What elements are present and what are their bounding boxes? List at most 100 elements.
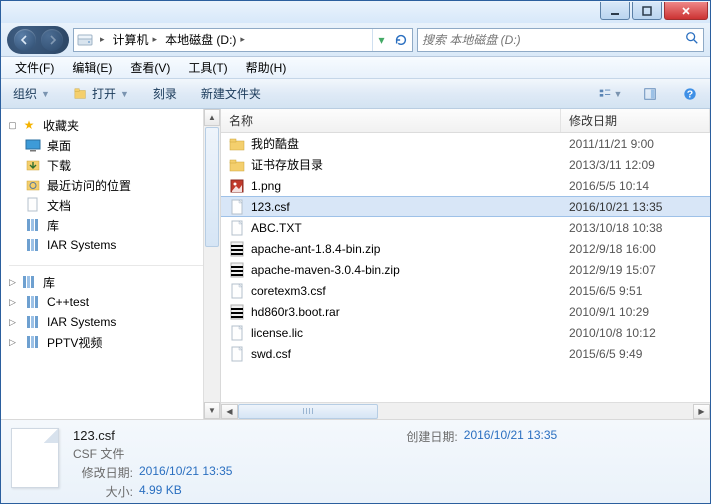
scroll-track[interactable] [238,404,693,419]
burn-button[interactable]: 刻录 [147,82,183,105]
horizontal-scrollbar[interactable]: ◀ ▶ [221,402,710,419]
scroll-up-button[interactable]: ▲ [204,109,220,126]
details-mdate-label: 修改日期: [73,464,133,481]
menu-help[interactable]: 帮助(H) [238,57,295,78]
menu-file[interactable]: 文件(F) [7,57,62,78]
library-icon [21,274,37,290]
breadcrumb-label: 本地磁盘 (D:) [165,31,236,48]
file-row[interactable]: hd860r3.boot.rar2010/9/1 10:29 [221,301,710,322]
file-date: 2013/10/18 10:38 [561,221,710,235]
breadcrumb-drive[interactable]: 本地磁盘 (D:)▸ [161,29,249,51]
file-date: 2015/6/5 9:51 [561,284,710,298]
file-row[interactable]: 证书存放目录2013/3/11 12:09 [221,154,710,175]
label: 组织 [13,85,37,102]
breadcrumb-computer[interactable]: 计算机▸ [109,29,162,51]
scroll-thumb[interactable] [205,127,219,247]
organize-button[interactable]: 组织 ▼ [7,82,56,105]
open-button[interactable]: 打开 ▼ [68,82,135,105]
recent-icon [25,177,41,193]
label: PPTV视频 [47,334,102,351]
file-row[interactable]: ABC.TXT2013/10/18 10:38 [221,217,710,238]
file-row[interactable]: license.lic2010/10/8 10:12 [221,322,710,343]
collapse-icon[interactable]: ▢ [7,120,18,131]
library-icon [25,334,41,350]
file-name: 证书存放目录 [251,156,323,173]
expand-icon[interactable]: ▷ [7,277,18,288]
file-icon [229,346,245,362]
libraries-header[interactable]: ▷ 库 [1,272,220,292]
favorites-library[interactable]: 库 [1,215,220,235]
file-row[interactable]: 123.csf2016/10/21 13:35 [221,196,710,217]
file-date: 2016/5/5 10:14 [561,179,710,193]
details-cdate-label: 创建日期: [406,428,457,445]
menu-bar: 文件(F) 编辑(E) 查看(V) 工具(T) 帮助(H) [1,57,710,79]
details-size: 4.99 KB [139,483,182,500]
expand-icon[interactable]: ▷ [7,337,18,348]
label: 库 [47,217,59,234]
file-row[interactable]: apache-maven-3.0.4-bin.zip2012/9/19 15:0… [221,259,710,280]
nav-history [7,26,69,54]
lib-cpptest[interactable]: ▷ C++test [1,292,220,312]
menu-tools[interactable]: 工具(T) [180,57,235,78]
search-icon[interactable] [685,31,699,48]
menu-view[interactable]: 查看(V) [122,57,178,78]
scroll-left-button[interactable]: ◀ [221,404,238,419]
lib-iar[interactable]: ▷IAR Systems [1,312,220,332]
file-name: hd860r3.boot.rar [251,305,340,319]
navpane-scrollbar[interactable]: ▲ ▼ [203,109,220,419]
desktop-icon [25,137,41,153]
favorites-desktop[interactable]: 桌面 [1,135,220,155]
favorites-recent[interactable]: 最近访问的位置 [1,175,220,195]
rar-icon [229,262,245,278]
close-button[interactable] [664,2,708,20]
column-name[interactable]: 名称 [221,109,561,132]
view-options-button[interactable]: ▼ [596,83,624,105]
minimize-button[interactable] [600,2,630,20]
label: 最近访问的位置 [47,177,131,194]
scroll-right-button[interactable]: ▶ [693,404,710,419]
address-bar[interactable]: ▸ 计算机▸ 本地磁盘 (D:)▸ ▾ [73,28,413,52]
svg-text:?: ? [687,88,693,100]
back-button[interactable] [14,29,36,51]
lib-pptv[interactable]: ▷ PPTV视频 [1,332,220,352]
details-cdate: 2016/10/21 13:35 [464,428,557,442]
file-row[interactable]: 1.png2016/5/5 10:14 [221,175,710,196]
rar-icon [229,304,245,320]
file-date: 2012/9/18 16:00 [561,242,710,256]
column-headers: 名称 修改日期 [221,109,710,133]
label: 收藏夹 [43,117,79,134]
file-list[interactable]: 我的酷盘2011/11/21 9:00证书存放目录2013/3/11 12:09… [221,133,710,419]
favorites-downloads[interactable]: 下载 [1,155,220,175]
file-row[interactable]: swd.csf2015/6/5 9:49 [221,343,710,364]
favorites-documents[interactable]: 文档 [1,195,220,215]
chevron-down-icon: ▼ [120,89,129,99]
file-icon [229,283,245,299]
breadcrumb-root[interactable]: ▸ [96,29,109,51]
file-row[interactable]: apache-ant-1.8.4-bin.zip2012/9/18 16:00 [221,238,710,259]
open-icon [74,87,88,101]
expand-icon[interactable]: ▷ [7,317,18,328]
scroll-thumb[interactable] [238,404,378,419]
drive-icon [76,31,94,49]
favorites-header[interactable]: ▢ ★ 收藏夹 [1,115,220,135]
label: C++test [47,295,89,309]
library-icon [25,294,41,310]
file-row[interactable]: 我的酷盘2011/11/21 9:00 [221,133,710,154]
maximize-button[interactable] [632,2,662,20]
column-date[interactable]: 修改日期 [561,109,710,132]
preview-pane-button[interactable] [636,83,664,105]
scroll-down-button[interactable]: ▼ [204,402,220,419]
favorites-iar[interactable]: IAR Systems [1,235,220,255]
new-folder-button[interactable]: 新建文件夹 [195,82,267,105]
expand-icon[interactable]: ▷ [7,297,18,308]
library-icon [25,217,41,233]
search-input[interactable] [422,33,685,47]
help-button[interactable]: ? [676,83,704,105]
search-box[interactable] [417,28,704,52]
address-dropdown[interactable]: ▾ [372,29,390,51]
file-row[interactable]: coretexm3.csf2015/6/5 9:51 [221,280,710,301]
label: 名称 [229,112,253,129]
refresh-button[interactable] [390,29,412,51]
menu-edit[interactable]: 编辑(E) [64,57,120,78]
forward-button[interactable] [41,29,63,51]
